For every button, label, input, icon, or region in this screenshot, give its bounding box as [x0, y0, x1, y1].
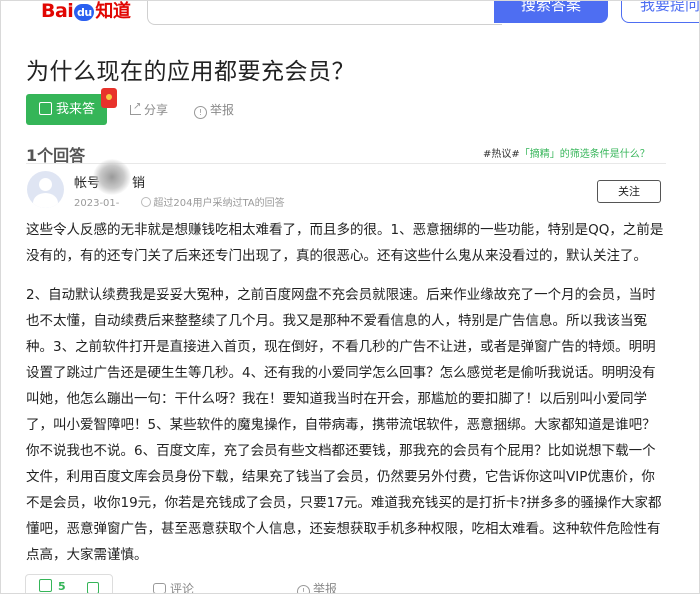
paw-icon: du: [74, 4, 95, 21]
answer-meta: 2023-01- 超过204用户采纳过TA的回答: [74, 194, 285, 209]
answer-content: 这些令人反感的无非就是想赚钱吃相太难看了，而且多的很。1、恶意捆绑的一些功能，特…: [26, 217, 667, 581]
top-bar: Bai du 知道 搜索答案 我要提问: [1, 0, 699, 25]
comment-button[interactable]: 评论: [153, 580, 195, 594]
answer-paragraph: 2、自动默认续费我是妥妥大冤种，之前百度网盘不充会员就限速。后来作业缘故充了一个…: [26, 287, 662, 563]
share-icon: [130, 99, 141, 115]
like-count: 5: [58, 580, 66, 593]
helped-count: 超过204用户采纳过TA的回答: [153, 198, 285, 209]
thumbs-down-icon: [87, 582, 99, 593]
baidu-zhidao-logo[interactable]: Bai du 知道: [41, 0, 131, 23]
like-button[interactable]: 5: [39, 579, 66, 593]
ask-question-button[interactable]: 我要提问: [621, 1, 699, 23]
question-title: 为什么现在的应用都要充会员？: [26, 59, 355, 85]
dislike-button[interactable]: [87, 579, 99, 593]
answer-report-label: 举报: [313, 582, 338, 594]
report-button[interactable]: ! 举报: [194, 102, 234, 119]
share-button[interactable]: 分享: [130, 99, 169, 118]
report-label: 举报: [210, 103, 235, 117]
comment-label: 评论: [170, 582, 195, 594]
page-frame: Baidu知道 搜索答案 我要提问 为什么现在的应用都要充会员？ 我来答 分享 …: [0, 0, 700, 594]
answer-actions: 5 评论 ! 举报: [25, 574, 675, 594]
answer-paragraph: 这些令人反感的无非就是想赚钱吃相太难看了，而且多的很。1、恶意捆绑的一些功能，特…: [26, 222, 664, 264]
logo-suffix: 知道: [95, 1, 131, 22]
answer-button[interactable]: 我来答: [26, 94, 107, 125]
avatar[interactable]: [27, 171, 64, 208]
edit-icon: [39, 102, 52, 115]
answer-report-button[interactable]: ! 举报: [297, 580, 338, 594]
logo-text: Bai: [41, 0, 74, 22]
vote-box: 5: [25, 574, 113, 593]
answer-date: 2023-01-: [74, 198, 120, 209]
hot-topic-link[interactable]: #热议#「摘精」的筛选条件是什么？: [483, 145, 650, 160]
search-answer-button[interactable]: 搜索答案: [494, 1, 608, 23]
thumbs-up-icon: [39, 579, 52, 592]
hot-prefix: #热议#: [483, 149, 520, 160]
share-label: 分享: [144, 103, 169, 117]
follow-button[interactable]: 关注: [597, 180, 661, 203]
answer-button-label: 我来答: [56, 102, 96, 117]
comment-icon: [153, 583, 166, 593]
badge-icon: [141, 197, 152, 207]
warning-icon: !: [297, 585, 310, 593]
hot-link-text: 「摘精」的筛选条件是什么？: [519, 149, 650, 160]
red-packet-icon[interactable]: [101, 88, 117, 108]
privacy-blur: [93, 159, 131, 195]
search-input[interactable]: [147, 1, 502, 25]
username-suffix: 销: [132, 176, 146, 191]
warning-icon: !: [194, 106, 207, 119]
